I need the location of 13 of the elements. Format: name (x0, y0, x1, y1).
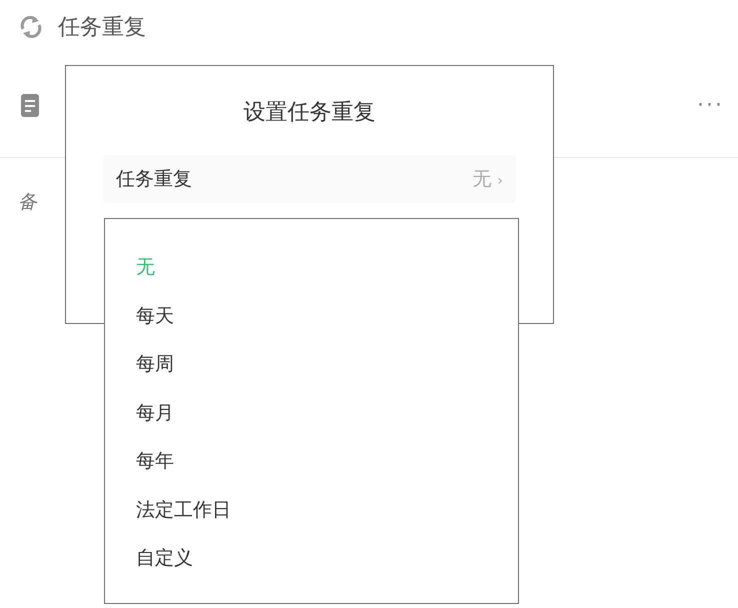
dropdown-option[interactable]: 每月 (136, 398, 174, 427)
repeat-select[interactable]: 任务重复 无 › (103, 155, 516, 203)
dialog-title: 设置任务重复 (242, 99, 376, 127)
repeat-label: 任务重复 (58, 14, 146, 42)
sync-icon (18, 14, 44, 40)
dropdown-option[interactable]: 自定义 (136, 544, 193, 572)
more-button[interactable]: ··· (697, 89, 724, 122)
dropdown-option[interactable]: 每天 (136, 302, 174, 330)
dropdown-option[interactable]: 法定工作日 (136, 496, 231, 524)
dropdown-option[interactable]: 每周 (136, 350, 174, 378)
note-label: 备 (18, 191, 37, 213)
dropdown-option[interactable]: 每年 (136, 447, 174, 476)
document-icon (20, 92, 42, 118)
